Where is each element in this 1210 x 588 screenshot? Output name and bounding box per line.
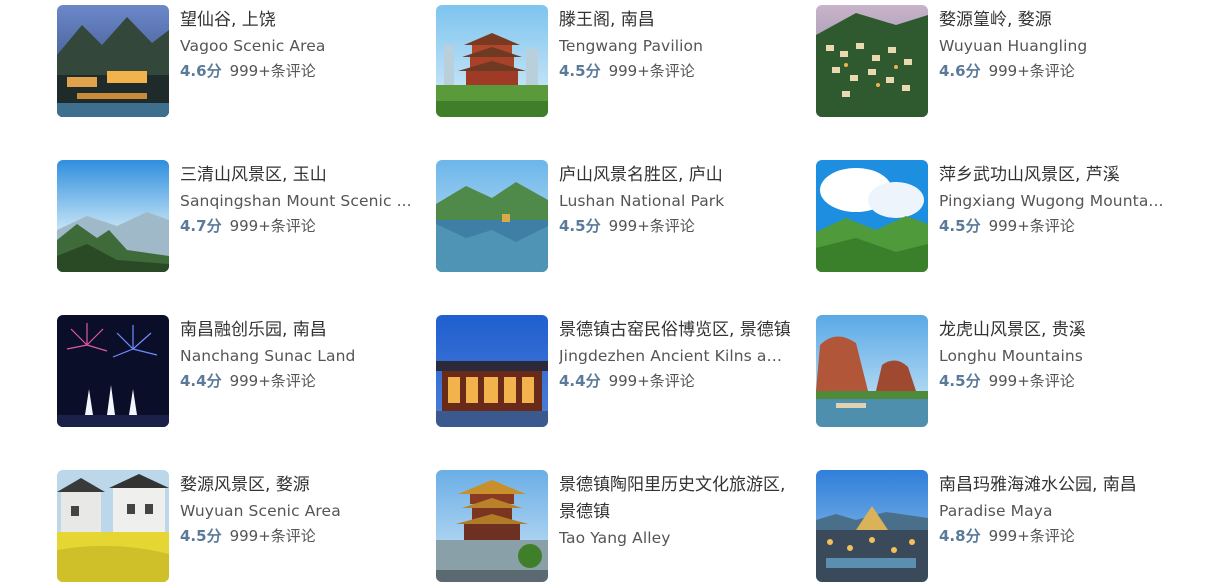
attraction-name-en: Wuyuan Scenic Area xyxy=(180,502,341,520)
attraction-thumbnail[interactable] xyxy=(436,160,548,272)
attraction-card[interactable]: 滕王阁, 南昌 Tengwang Pavilion 4.5分 999+条评论 xyxy=(436,5,796,117)
attraction-thumbnail[interactable] xyxy=(436,470,548,582)
attraction-name[interactable]: 庐山风景名胜区, 庐山 xyxy=(559,162,791,189)
attraction-thumbnail[interactable] xyxy=(57,315,169,427)
attraction-name-en: Pingxiang Wugong Mounta... xyxy=(939,192,1164,210)
attraction-name-en: Wuyuan Huangling xyxy=(939,37,1088,55)
review-count[interactable]: 999+条评论 xyxy=(609,217,695,235)
rating-score: 4.7分 xyxy=(180,217,222,235)
attraction-name[interactable]: 三清山风景区, 玉山 xyxy=(180,162,412,189)
attraction-name[interactable]: 南昌玛雅海滩水公园, 南昌 xyxy=(939,472,1171,499)
attraction-card[interactable]: 萍乡武功山风景区, 芦溪 Pingxiang Wugong Mounta... … xyxy=(816,160,1176,272)
attraction-name-en: Longhu Mountains xyxy=(939,347,1083,365)
rating-score: 4.4分 xyxy=(180,372,222,390)
review-count[interactable]: 999+条评论 xyxy=(989,217,1075,235)
attraction-thumbnail[interactable] xyxy=(57,5,169,117)
attraction-name[interactable]: 滕王阁, 南昌 xyxy=(559,7,791,34)
review-count[interactable]: 999+条评论 xyxy=(230,62,316,80)
attraction-card[interactable]: 婺源风景区, 婺源 Wuyuan Scenic Area 4.5分 999+条评论 xyxy=(57,470,417,582)
rating-score: 4.6分 xyxy=(939,62,981,80)
attraction-card[interactable]: 景德镇陶阳里历史文化旅游区, 景德镇 Tao Yang Alley xyxy=(436,470,796,582)
rating-score: 4.5分 xyxy=(559,217,601,235)
rating-score: 4.5分 xyxy=(559,62,601,80)
attraction-name[interactable]: 景德镇古窑民俗博览区, 景德镇 xyxy=(559,317,791,344)
review-count[interactable]: 999+条评论 xyxy=(230,372,316,390)
review-count[interactable]: 999+条评论 xyxy=(989,62,1075,80)
attraction-name-en: Lushan National Park xyxy=(559,192,725,210)
attraction-thumbnail[interactable] xyxy=(57,160,169,272)
review-count[interactable]: 999+条评论 xyxy=(609,62,695,80)
attraction-card[interactable]: 三清山风景区, 玉山 Sanqingshan Mount Scenic ... … xyxy=(57,160,417,272)
attraction-name[interactable]: 婺源篁岭, 婺源 xyxy=(939,7,1171,34)
attraction-name-en: Nanchang Sunac Land xyxy=(180,347,356,365)
review-count[interactable]: 999+条评论 xyxy=(230,527,316,545)
attraction-name[interactable]: 南昌融创乐园, 南昌 xyxy=(180,317,412,344)
rating-score: 4.4分 xyxy=(559,372,601,390)
attraction-card[interactable]: 南昌玛雅海滩水公园, 南昌 Paradise Maya 4.8分 999+条评论 xyxy=(816,470,1176,582)
attraction-name[interactable]: 望仙谷, 上饶 xyxy=(180,7,412,34)
rating-score: 4.8分 xyxy=(939,527,981,545)
attraction-card[interactable]: 南昌融创乐园, 南昌 Nanchang Sunac Land 4.4分 999+条… xyxy=(57,315,417,427)
attraction-thumbnail[interactable] xyxy=(816,470,928,582)
attraction-card[interactable]: 景德镇古窑民俗博览区, 景德镇 Jingdezhen Ancient Kilns… xyxy=(436,315,796,427)
attraction-thumbnail[interactable] xyxy=(436,315,548,427)
attraction-name-en: Paradise Maya xyxy=(939,502,1053,520)
attraction-card[interactable]: 庐山风景名胜区, 庐山 Lushan National Park 4.5分 999… xyxy=(436,160,796,272)
attraction-name-en: Tao Yang Alley xyxy=(559,529,671,547)
attraction-card[interactable]: 婺源篁岭, 婺源 Wuyuan Huangling 4.6分 999+条评论 xyxy=(816,5,1176,117)
rating-score: 4.5分 xyxy=(939,217,981,235)
attraction-thumbnail[interactable] xyxy=(57,470,169,582)
rating-score: 4.6分 xyxy=(180,62,222,80)
attraction-card[interactable]: 望仙谷, 上饶 Vagoo Scenic Area 4.6分 999+条评论 xyxy=(57,5,417,117)
attraction-thumbnail[interactable] xyxy=(816,315,928,427)
rating-score: 4.5分 xyxy=(939,372,981,390)
attraction-name-en: Sanqingshan Mount Scenic ... xyxy=(180,192,412,210)
attraction-thumbnail[interactable] xyxy=(436,5,548,117)
attraction-name-en: Tengwang Pavilion xyxy=(559,37,704,55)
attraction-name-en: Vagoo Scenic Area xyxy=(180,37,326,55)
attraction-name[interactable]: 龙虎山风景区, 贵溪 xyxy=(939,317,1171,344)
attraction-grid: 望仙谷, 上饶 Vagoo Scenic Area 4.6分 999+条评论 滕… xyxy=(57,5,1197,588)
attraction-name[interactable]: 萍乡武功山风景区, 芦溪 xyxy=(939,162,1171,189)
review-count[interactable]: 999+条评论 xyxy=(989,527,1075,545)
attraction-name[interactable]: 婺源风景区, 婺源 xyxy=(180,472,412,499)
attraction-thumbnail[interactable] xyxy=(816,160,928,272)
attraction-card[interactable]: 龙虎山风景区, 贵溪 Longhu Mountains 4.5分 999+条评论 xyxy=(816,315,1176,427)
review-count[interactable]: 999+条评论 xyxy=(230,217,316,235)
attraction-name-en: Jingdezhen Ancient Kilns an... xyxy=(559,347,791,365)
rating-score: 4.5分 xyxy=(180,527,222,545)
review-count[interactable]: 999+条评论 xyxy=(609,372,695,390)
attraction-name[interactable]: 景德镇陶阳里历史文化旅游区, 景德镇 xyxy=(559,472,791,526)
review-count[interactable]: 999+条评论 xyxy=(989,372,1075,390)
attraction-thumbnail[interactable] xyxy=(816,5,928,117)
